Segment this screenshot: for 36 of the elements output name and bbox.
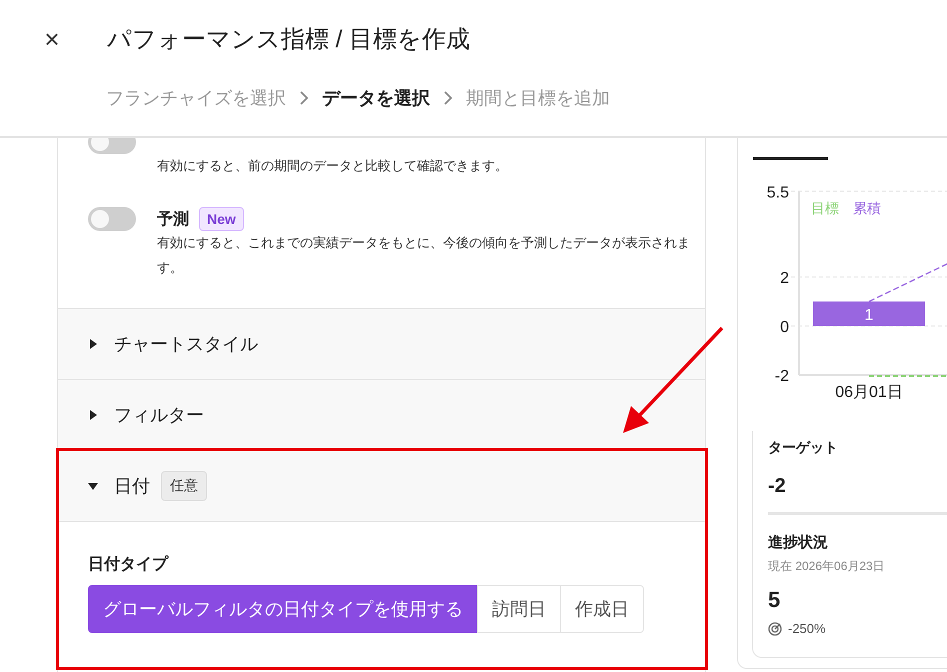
legend-label: 目標 bbox=[811, 200, 839, 216]
tick-label: 5.5 bbox=[766, 184, 789, 202]
x-axis-label: 06月01日 bbox=[835, 384, 903, 401]
stat-label: ターゲット bbox=[768, 438, 839, 457]
data-label: 1 bbox=[864, 306, 874, 324]
date-text: 現在 2026年06月23日 bbox=[768, 558, 886, 575]
chevron-right-icon bbox=[442, 90, 454, 106]
target-icon bbox=[768, 622, 782, 636]
new-badge: New bbox=[199, 207, 244, 231]
optional-badge: 任意 bbox=[161, 471, 207, 501]
segment-option[interactable]: 訪問日 bbox=[477, 585, 561, 633]
caret-right-icon bbox=[88, 410, 98, 420]
close-button[interactable]: × bbox=[42, 26, 62, 52]
caret-down-icon bbox=[88, 481, 98, 491]
caret-right-icon bbox=[88, 339, 98, 349]
tick-label: 0 bbox=[780, 319, 789, 336]
tick-label: -2 bbox=[774, 368, 789, 385]
tick-label: 2 bbox=[780, 270, 789, 287]
option-description: 有効にすると、前の期間のデータと比較して確認できます。 bbox=[157, 157, 509, 175]
option-description: 有効にすると、これまでの実績データをもとに、今後の傾向を予測したデータが表示されます。 bbox=[157, 234, 691, 277]
stat-value: -2 bbox=[768, 475, 787, 498]
legend-label: 累積 bbox=[853, 200, 881, 216]
field-label: 日付タイプ bbox=[88, 554, 170, 575]
toggle-switch[interactable] bbox=[88, 207, 136, 231]
segment-option[interactable]: 作成日 bbox=[560, 585, 644, 633]
section-header[interactable]: 日付 任意 bbox=[58, 451, 705, 522]
chevron-right-icon bbox=[298, 90, 310, 106]
step-label[interactable]: データを選択 bbox=[322, 86, 430, 110]
segment-option[interactable]: グローバルフィルタの日付タイプを使用する bbox=[88, 585, 478, 633]
section-header[interactable]: フィルター bbox=[58, 380, 705, 451]
dialog-title: パフォーマンス指標 / 目標を作成 bbox=[107, 25, 470, 55]
stat-value: 5 bbox=[768, 587, 782, 613]
option-title: 予測 bbox=[157, 210, 189, 230]
change-text: -250% bbox=[788, 621, 826, 636]
stat-label: 進捗状況 bbox=[768, 533, 829, 552]
section-header[interactable]: チャートスタイル bbox=[58, 309, 705, 380]
